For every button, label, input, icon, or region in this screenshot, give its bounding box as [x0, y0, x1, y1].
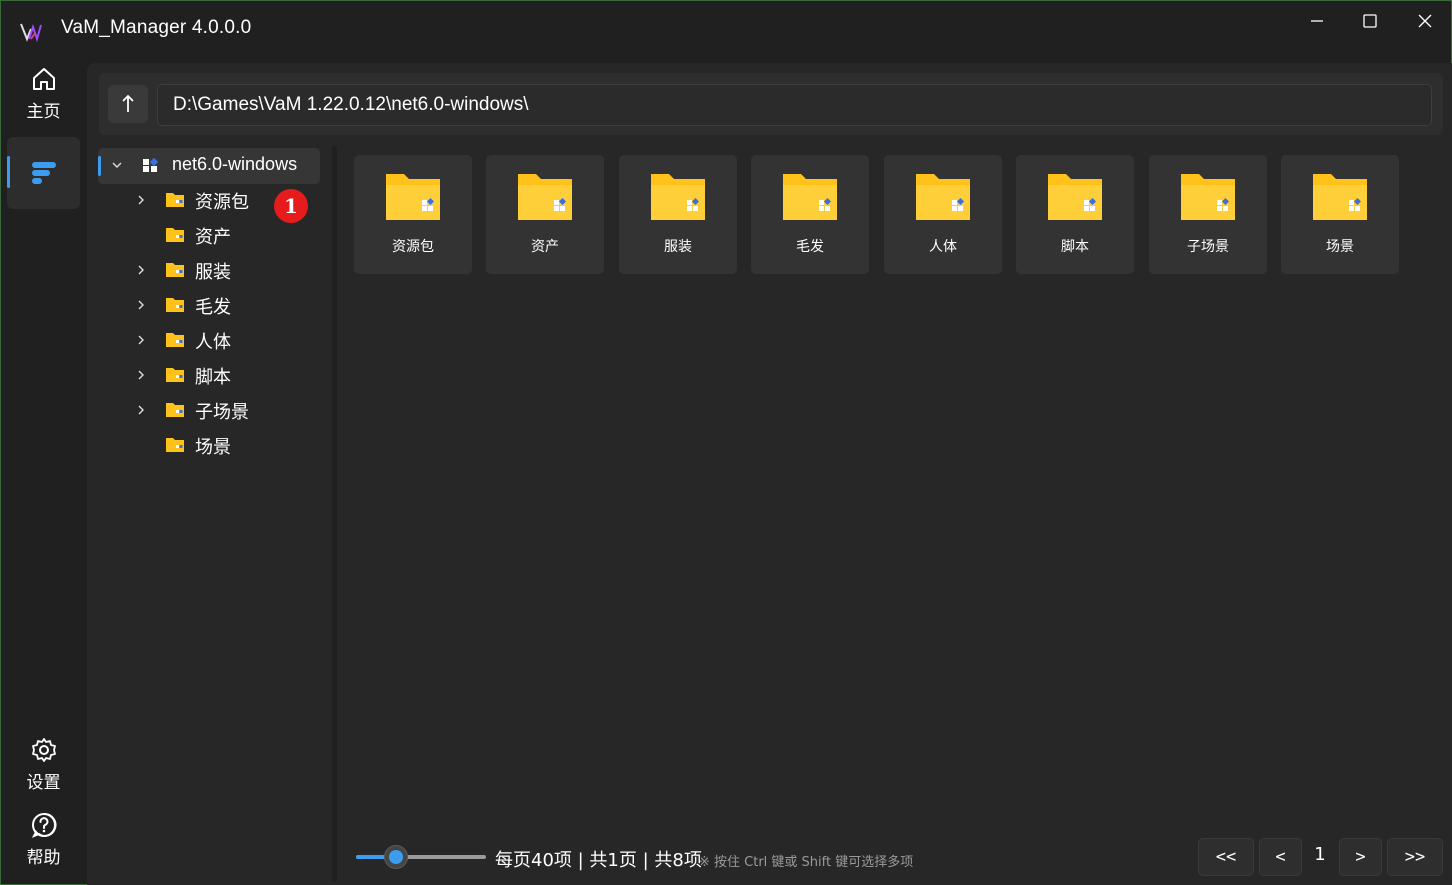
folder-icon [386, 174, 440, 220]
tree-item-label: 资源包 [195, 192, 249, 213]
nav-explorer[interactable] [7, 137, 80, 209]
nav-settings-label: 设置 [26, 773, 61, 793]
folder-icon [166, 298, 184, 312]
next-page-button[interactable]: > [1339, 838, 1382, 876]
folder-icon [1181, 174, 1235, 220]
close-button[interactable] [1398, 1, 1452, 41]
folder-card[interactable]: 毛发 [751, 155, 869, 274]
tree-item[interactable]: 毛发 [98, 288, 320, 323]
tree-item-label: 毛发 [195, 297, 231, 318]
nav-active-indicator [7, 156, 10, 188]
tree-root-label: net6.0-windows [172, 154, 298, 174]
nav-settings[interactable]: 设置 [7, 736, 80, 798]
folder-card-label: 场景 [1326, 239, 1354, 255]
folder-icon [651, 174, 705, 220]
annotation-badge: 1 [274, 189, 308, 223]
first-page-button[interactable]: << [1198, 838, 1254, 876]
folder-card-label: 子场景 [1187, 239, 1229, 255]
folder-icon [916, 174, 970, 220]
folder-card-label: 毛发 [796, 239, 824, 255]
folder-card-label: 人体 [929, 239, 957, 255]
folder-card[interactable]: 脚本 [1016, 155, 1134, 274]
tree-item-label: 脚本 [195, 367, 231, 388]
app-title: VaM_Manager 4.0.0.0 [61, 17, 252, 38]
tree-item[interactable]: 场景 [98, 428, 320, 463]
title-bar: VaM_Manager 4.0.0.0 [1, 1, 1451, 59]
nav-help-label: 帮助 [26, 848, 61, 868]
folder-card[interactable]: 人体 [884, 155, 1002, 274]
tree-root-item[interactable]: net6.0-windows [98, 148, 320, 184]
close-icon [1418, 14, 1432, 28]
minimize-button[interactable] [1290, 1, 1344, 41]
page-info: 每页40项 | 共1页 | 共8项 [495, 850, 702, 871]
gear-icon [31, 738, 56, 762]
folder-icon [783, 174, 837, 220]
chevron-right-icon[interactable] [135, 264, 147, 276]
minimize-icon [1311, 20, 1323, 22]
folder-card-label: 资产 [531, 239, 559, 255]
folder-icon [166, 193, 184, 207]
folder-card[interactable]: 资产 [486, 155, 604, 274]
explorer-icon [31, 162, 56, 184]
icon-size-slider-thumb[interactable] [384, 845, 408, 869]
nav-home-label: 主页 [26, 102, 61, 122]
tree-item[interactable]: 资产 [98, 218, 320, 253]
tree-item-label: 服装 [195, 262, 231, 283]
tree-item[interactable]: 人体 [98, 323, 320, 358]
chevron-right-icon[interactable] [135, 299, 147, 311]
nav-home[interactable]: 主页 [7, 65, 80, 129]
tree-item[interactable]: 脚本 [98, 358, 320, 393]
drive-icon [143, 158, 158, 172]
prev-page-button[interactable]: < [1259, 838, 1302, 876]
chevron-right-icon[interactable] [135, 194, 147, 206]
maximize-button[interactable] [1343, 1, 1397, 41]
folder-card-label: 资源包 [392, 239, 434, 255]
panel-splitter[interactable] [332, 146, 337, 881]
slider-thumb-dot [389, 850, 403, 864]
folder-card-label: 服装 [664, 239, 692, 255]
tree-selection-indicator [98, 156, 101, 176]
folder-card[interactable]: 服装 [619, 155, 737, 274]
maximize-icon [1363, 14, 1377, 28]
multi-select-hint: ※ 按住 Ctrl 键或 Shift 键可选择多项 [699, 855, 914, 870]
app-window: VaM_Manager 4.0.0.0 主页 设置 帮助 D:\Games\Va… [0, 0, 1452, 885]
folder-icon [166, 263, 184, 277]
folder-icon [1313, 174, 1367, 220]
tree-item-label: 子场景 [195, 402, 249, 423]
tree-item-label: 资产 [195, 227, 231, 248]
up-directory-button[interactable] [108, 85, 148, 123]
tree-item-label: 场景 [195, 437, 231, 458]
tree-item[interactable]: 服装 [98, 253, 320, 288]
folder-card-label: 脚本 [1061, 239, 1089, 255]
chevron-down-icon[interactable] [111, 159, 123, 171]
tree-item[interactable]: 子场景 [98, 393, 320, 428]
folder-icon [166, 368, 184, 382]
folder-icon [1048, 174, 1102, 220]
path-input[interactable]: D:\Games\VaM 1.22.0.12\net6.0-windows\ [157, 84, 1432, 126]
nav-help[interactable]: 帮助 [7, 811, 80, 873]
tree-item-label: 人体 [195, 332, 231, 353]
chevron-right-icon[interactable] [135, 404, 147, 416]
folder-icon [166, 438, 184, 452]
folder-icon [166, 228, 184, 242]
chevron-right-icon[interactable] [135, 369, 147, 381]
home-icon [32, 68, 55, 90]
arrow-up-icon [122, 94, 134, 112]
folder-card[interactable]: 子场景 [1149, 155, 1267, 274]
current-page: 1 [1314, 844, 1326, 865]
folder-card[interactable]: 场景 [1281, 155, 1399, 274]
chevron-right-icon[interactable] [135, 334, 147, 346]
folder-icon [166, 333, 184, 347]
folder-card[interactable]: 资源包 [354, 155, 472, 274]
folder-icon [518, 174, 572, 220]
help-icon [31, 812, 56, 838]
folder-icon [166, 403, 184, 417]
last-page-button[interactable]: >> [1387, 838, 1443, 876]
app-logo-icon [20, 23, 42, 43]
